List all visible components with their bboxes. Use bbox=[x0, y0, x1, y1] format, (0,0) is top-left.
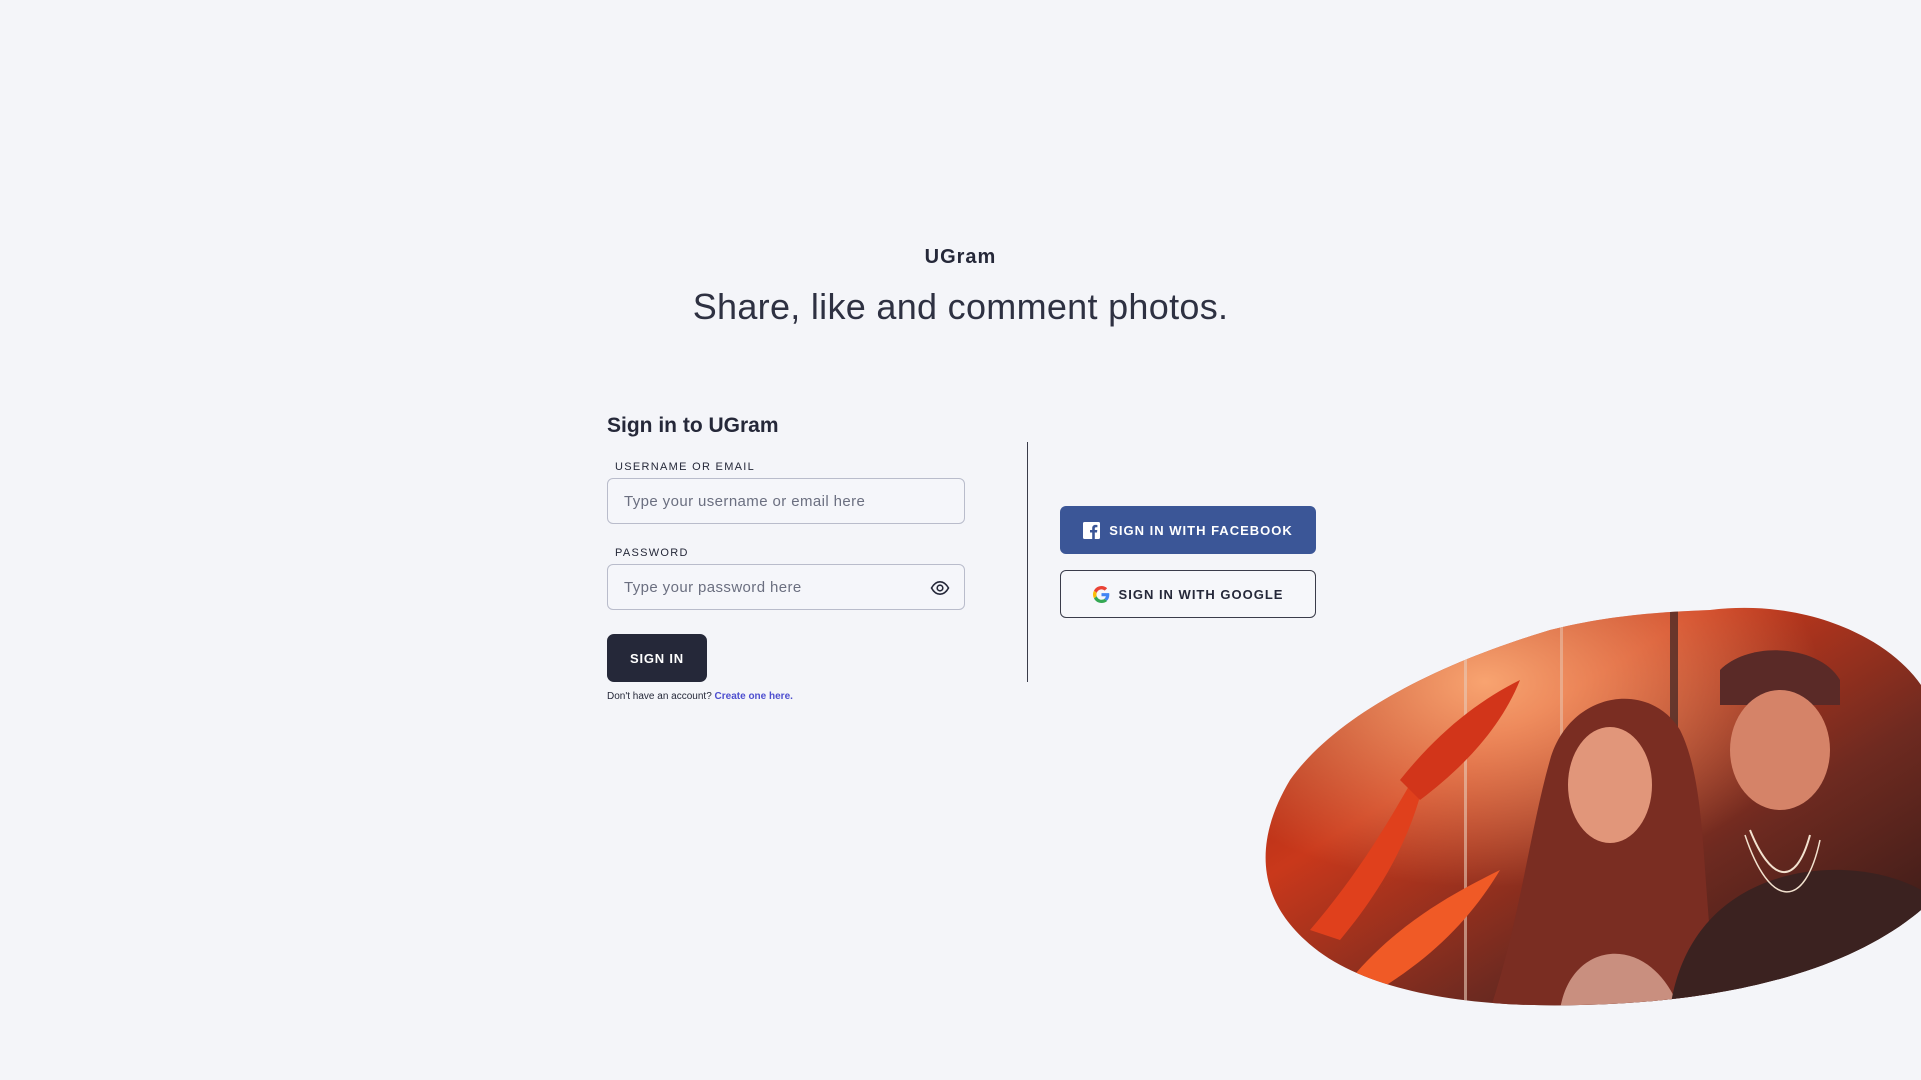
password-input[interactable] bbox=[608, 565, 964, 609]
password-field-wrapper bbox=[607, 564, 965, 610]
vertical-divider bbox=[1027, 442, 1028, 682]
eye-icon[interactable] bbox=[930, 578, 950, 598]
create-account-link[interactable]: Create one here. bbox=[715, 691, 793, 702]
hero-photo bbox=[1265, 607, 1921, 1006]
facebook-icon bbox=[1083, 521, 1101, 539]
username-label: USERNAME OR EMAIL bbox=[615, 461, 756, 473]
login-page: UGram Share, like and comment photos. Si… bbox=[0, 0, 1921, 1080]
signin-button[interactable]: SIGN IN bbox=[607, 634, 707, 682]
username-field-wrapper bbox=[607, 478, 965, 524]
password-label: PASSWORD bbox=[615, 547, 689, 559]
username-input[interactable] bbox=[608, 479, 964, 523]
signin-form: Sign in to UGram USERNAME OR EMAIL PASSW… bbox=[607, 414, 967, 702]
tagline: Share, like and comment photos. bbox=[692, 286, 1229, 327]
facebook-signin-button[interactable]: SIGN IN WITH FACEBOOK bbox=[1060, 506, 1316, 554]
signup-prompt: Don't have an account? bbox=[607, 691, 712, 702]
signup-line: Don't have an account? Create one here. bbox=[607, 691, 967, 702]
facebook-signin-label: SIGN IN WITH FACEBOOK bbox=[1109, 522, 1293, 538]
form-title: Sign in to UGram bbox=[607, 414, 779, 437]
brand-title: UGram bbox=[924, 246, 997, 268]
google-icon bbox=[1092, 585, 1109, 603]
